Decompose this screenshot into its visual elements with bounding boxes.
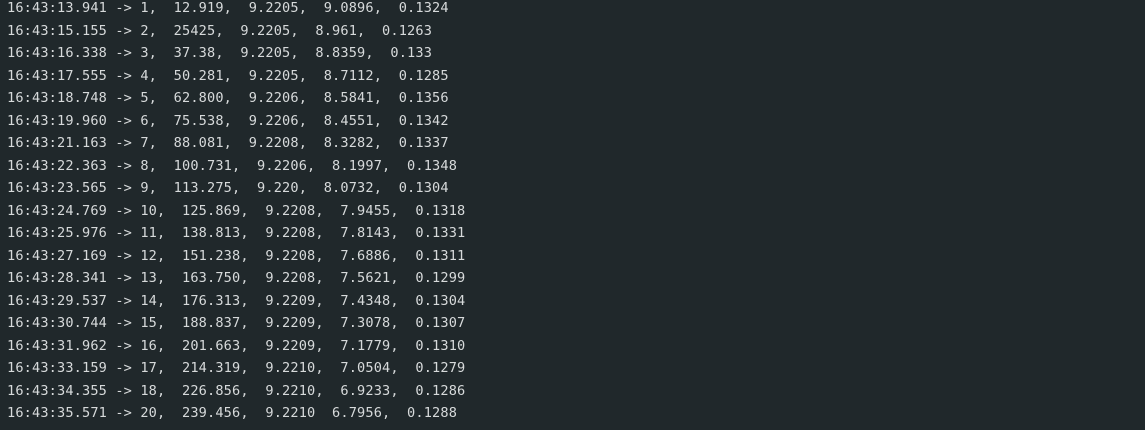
- log-line: 16:43:18.748 -> 5, 62.800, 9.2206, 8.584…: [7, 90, 449, 106]
- log-line: 16:43:34.355 -> 18, 226.856, 9.2210, 6.9…: [7, 382, 466, 399]
- log-line: 16:43:31.962 -> 16, 201.663, 9.2209, 7.1…: [7, 337, 466, 354]
- log-line: 16:43:27.169 -> 12, 151.238, 9.2208, 7.6…: [7, 247, 466, 264]
- log-line: 16:43:22.363 -> 8, 100.731, 9.2206, 8.19…: [7, 157, 458, 174]
- serial-monitor-output[interactable]: 16:43:13.941 -> 1, 12.919, 9.2205, 9.089…: [0, 0, 1145, 430]
- log-line: 16:43:29.537 -> 14, 176.313, 9.2209, 7.4…: [7, 292, 466, 309]
- log-line: 16:43:17.555 -> 4, 50.281, 9.2205, 8.711…: [7, 67, 449, 84]
- log-line: 16:43:19.960 -> 6, 75.538, 9.2206, 8.455…: [7, 112, 449, 129]
- log-line: 16:43:23.565 -> 9, 113.275, 9.220, 8.073…: [7, 180, 449, 196]
- log-line: 16:43:24.769 -> 10, 125.869, 9.2208, 7.9…: [7, 202, 466, 219]
- log-line: 16:43:16.338 -> 3, 37.38, 9.2205, 8.8359…: [7, 45, 433, 61]
- log-line: 16:43:25.976 -> 11, 138.813, 9.2208, 7.8…: [7, 225, 466, 241]
- log-line: 16:43:35.571 -> 20, 239.456, 9.2210 6.79…: [7, 405, 458, 421]
- log-line: 16:43:28.341 -> 13, 163.750, 9.2208, 7.5…: [7, 270, 466, 286]
- log-line: 16:43:15.155 -> 2, 25425, 9.2205, 8.961,…: [7, 22, 433, 39]
- log-line: 16:43:13.941 -> 1, 12.919, 9.2205, 9.089…: [7, 0, 449, 16]
- log-line: 16:43:21.163 -> 7, 88.081, 9.2208, 8.328…: [7, 135, 449, 151]
- log-line: 16:43:33.159 -> 17, 214.319, 9.2210, 7.0…: [7, 360, 466, 376]
- log-line: 16:43:30.744 -> 15, 188.837, 9.2209, 7.3…: [7, 315, 466, 331]
